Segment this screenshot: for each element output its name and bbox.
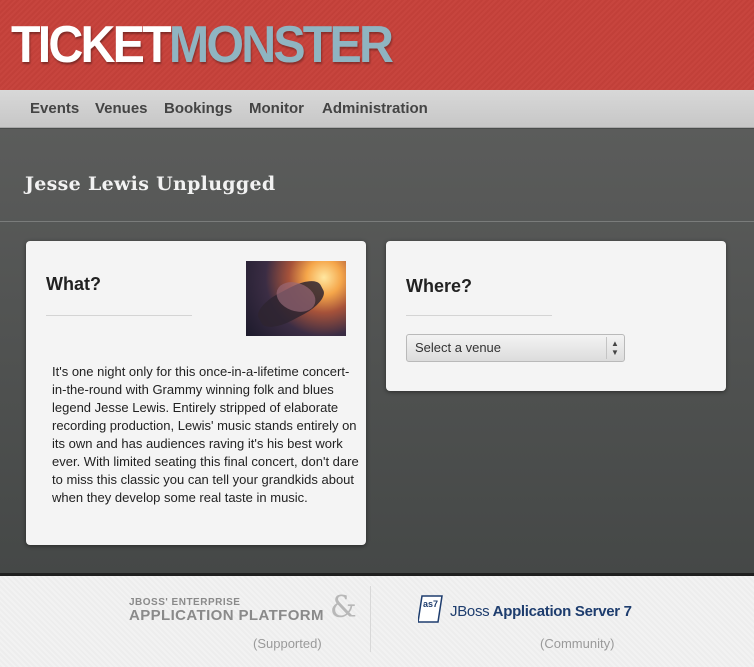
as7-jboss: JBoss: [450, 603, 490, 620]
as7-icon-text: as7: [423, 599, 438, 609]
footer: JBOSS' ENTERPRISE APPLICATION PLATFORM &…: [0, 573, 754, 667]
eap-logo[interactable]: JBOSS' ENTERPRISE APPLICATION PLATFORM: [129, 597, 324, 624]
where-card: Where? Select a venue ▲ ▼: [386, 241, 726, 391]
nav-item-venues[interactable]: Venues: [95, 90, 148, 128]
what-card: What? It's one night only for this once-…: [26, 241, 366, 545]
select-divider: [606, 337, 607, 359]
where-heading: Where?: [406, 276, 473, 296]
what-heading-rule: [46, 315, 192, 316]
venue-select-value: Select a venue: [415, 340, 502, 355]
header: TICKETMONSTER: [0, 0, 754, 90]
select-arrows-icon: ▲ ▼: [611, 339, 619, 357]
main-content: Jesse Lewis Unplugged What? It's one nig…: [0, 129, 754, 573]
eap-logo-line2: APPLICATION PLATFORM: [129, 607, 324, 624]
what-heading: What?: [46, 274, 101, 294]
nav-item-administration[interactable]: Administration: [322, 90, 428, 128]
nav-bar: Events Venues Bookings Monitor Administr…: [0, 90, 754, 128]
ampersand: &: [330, 590, 357, 625]
footer-divider: [370, 586, 371, 652]
page-title: Jesse Lewis Unplugged: [25, 173, 276, 195]
where-heading-rule: [406, 315, 552, 316]
ticketmonster-logo[interactable]: TICKETMONSTER: [11, 14, 394, 76]
title-divider: [0, 221, 754, 222]
as7-wordmark[interactable]: JBoss Application Server 7: [450, 603, 632, 620]
nav-item-bookings[interactable]: Bookings: [164, 90, 232, 128]
as7-name: Application Server 7: [489, 603, 632, 620]
as7-icon[interactable]: as7: [418, 594, 444, 624]
event-image: [246, 261, 346, 336]
nav-item-events[interactable]: Events: [30, 90, 79, 128]
logo-ticket: TICKET: [11, 16, 172, 74]
event-description: It's one night only for this once-in-a-l…: [52, 364, 359, 505]
community-label: (Community): [540, 636, 615, 651]
supported-label: (Supported): [253, 636, 322, 651]
nav-item-monitor[interactable]: Monitor: [249, 90, 304, 128]
venue-select[interactable]: Select a venue ▲ ▼: [406, 334, 625, 362]
logo-monster: MONSTER: [168, 16, 394, 74]
